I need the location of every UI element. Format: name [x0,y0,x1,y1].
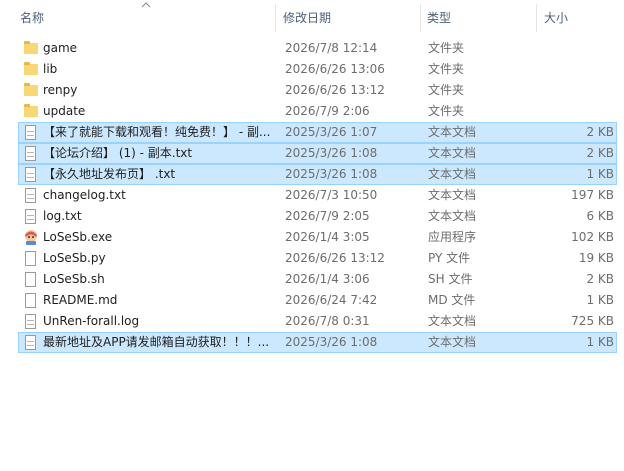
file-date: 2026/6/26 13:06 [285,62,385,76]
file-size: 102 KB [571,230,614,244]
file-size: 197 KB [571,188,614,202]
file-type: 文件夹 [428,104,465,118]
column-divider[interactable] [536,4,537,32]
column-header-size[interactable]: 大小 [541,0,621,36]
text-file-icon [23,145,39,162]
file-name: lib [43,62,58,76]
file-type: 文本文档 [428,335,477,349]
file-date: 2026/7/9 2:05 [285,209,370,223]
text-file-icon [23,334,39,351]
file-row[interactable]: game 2026/7/8 12:14 文件夹 [18,38,617,59]
file-name: README.md [43,293,118,307]
column-header-type[interactable]: 类型 [424,0,536,36]
file-row[interactable]: 【论坛介绍】 (1) - 副本.txt 2025/3/26 1:08 文本文档 2 K… [18,143,617,164]
file-date: 2026/6/26 13:12 [285,251,385,265]
file-row[interactable]: renpy 2026/6/26 13:12 文件夹 [18,80,617,101]
file-size [539,102,614,121]
file-date: 2026/7/8 0:31 [285,314,370,328]
file-row[interactable]: 【永久地址发布页】 .txt 2025/3/26 1:08 文本文档 1 KB [18,164,617,185]
folder-icon [23,61,39,78]
file-size: 1 KB [586,167,614,181]
file-name: 最新地址及APP请发邮箱自动获取！！！... [43,335,270,349]
file-size [539,39,614,58]
file-date: 2026/1/4 3:05 [285,230,370,244]
text-file-icon [23,208,39,225]
file-row[interactable]: README.md 2026/6/24 7:42 MD 文件 1 KB [18,290,617,311]
file-type: 文本文档 [428,125,477,139]
file-row[interactable]: log.txt 2026/7/9 2:05 文本文档 6 KB [18,206,617,227]
file-name: LoSeSb.py [43,251,106,265]
file-name: log.txt [43,209,82,223]
file-name: renpy [43,83,78,97]
text-file-icon [23,166,39,183]
folder-icon [23,103,39,120]
file-name: 【永久地址发布页】 .txt [43,167,176,181]
folder-icon [23,40,39,57]
file-size: 1 KB [586,293,614,307]
file-date: 2025/3/26 1:08 [285,335,378,349]
file-type: PY 文件 [428,251,471,265]
text-file-icon [23,187,39,204]
file-type: 文本文档 [428,188,477,202]
file-size: 2 KB [586,125,614,139]
file-row[interactable]: changelog.txt 2026/7/3 10:50 文本文档 197 KB [18,185,617,206]
file-name: LoSeSb.sh [43,272,105,286]
file-name: changelog.txt [43,188,126,202]
column-header-bar: 名称 修改日期 类型 大小 [0,0,624,36]
file-type: 文本文档 [428,146,477,160]
file-date: 2025/3/26 1:07 [285,125,378,139]
folder-icon [23,82,39,99]
file-date: 2025/3/26 1:08 [285,146,378,160]
app-icon [23,229,39,246]
file-row[interactable]: update 2026/7/9 2:06 文件夹 [18,101,617,122]
file-row[interactable]: LoSeSb.exe 2026/1/4 3:05 应用程序 102 KB [18,227,617,248]
file-type: 文件夹 [428,83,465,97]
file-date: 2026/6/26 13:12 [285,83,385,97]
column-divider[interactable] [420,4,421,32]
file-date: 2026/7/9 2:06 [285,104,370,118]
file-date: 2026/7/8 12:14 [285,41,378,55]
file-type: SH 文件 [428,272,473,286]
file-name: LoSeSb.exe [43,230,113,244]
file-type: 文本文档 [428,167,477,181]
file-type: 文件夹 [428,41,465,55]
file-size: 2 KB [586,272,614,286]
file-row[interactable]: UnRen-forall.log 2026/7/8 0:31 文本文档 725 KB [18,311,617,332]
text-file-icon [23,124,39,141]
file-type: 文件夹 [428,62,465,76]
file-date: 2026/6/24 7:42 [285,293,378,307]
file-name: 【来了就能下载和观看！纯免费！】 - 副... [43,125,271,139]
file-type: 文本文档 [428,209,477,223]
file-type: MD 文件 [428,293,476,307]
file-size: 6 KB [586,209,614,223]
file-size [539,60,614,79]
file-size: 1 KB [586,335,614,349]
text-file-icon [23,313,39,330]
file-row[interactable]: 最新地址及APP请发邮箱自动获取！！！... 2025/3/26 1:08 文本文档… [18,332,617,353]
file-size: 725 KB [571,314,614,328]
file-size: 19 KB [578,251,614,265]
file-size: 2 KB [586,146,614,160]
file-type: 文本文档 [428,314,477,328]
blank-file-icon [23,292,39,309]
file-name: game [43,41,78,55]
file-name: UnRen-forall.log [43,314,140,328]
file-row[interactable]: 【来了就能下载和观看！纯免费！】 - 副... 2025/3/26 1:07 文本文… [18,122,617,143]
column-header-name[interactable]: 名称 [17,0,275,36]
file-date: 2026/7/3 10:50 [285,188,378,202]
file-name: 【论坛介绍】 (1) - 副本.txt [43,146,193,160]
file-size [539,81,614,100]
file-date: 2025/3/26 1:08 [285,167,378,181]
file-name: update [43,104,86,118]
column-divider[interactable] [275,4,276,32]
column-header-date[interactable]: 修改日期 [280,0,420,36]
file-row[interactable]: LoSeSb.sh 2026/1/4 3:06 SH 文件 2 KB [18,269,617,290]
file-row[interactable]: lib 2026/6/26 13:06 文件夹 [18,59,617,80]
file-date: 2026/1/4 3:06 [285,272,370,286]
blank-file-icon [23,250,39,267]
file-type: 应用程序 [428,230,477,244]
file-row[interactable]: LoSeSb.py 2026/6/26 13:12 PY 文件 19 KB [18,248,617,269]
blank-file-icon [23,271,39,288]
